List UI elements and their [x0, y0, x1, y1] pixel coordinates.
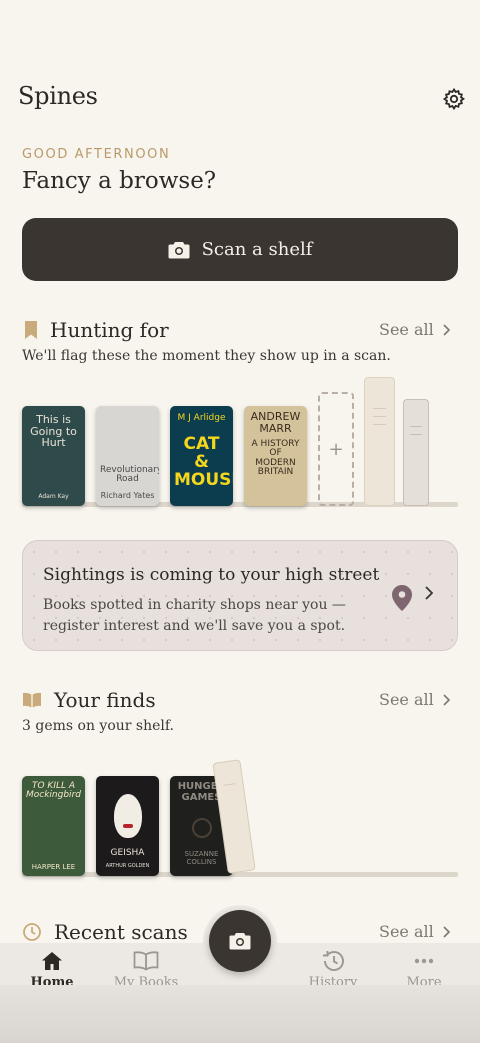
finds-section-title: Your finds [22, 688, 156, 712]
placeholder-spine [403, 399, 429, 506]
book-title: This is Going to Hurt [30, 413, 77, 450]
book-author: M J Arlidge [177, 413, 226, 423]
gear-icon[interactable] [440, 85, 468, 113]
shelf-line [22, 872, 458, 877]
open-book-icon [23, 692, 41, 708]
camera-scan-button[interactable] [209, 910, 271, 972]
book-cover[interactable]: M J Arlidge CAT & MOUSE [170, 406, 233, 506]
sightings-title: Sightings is coming to your high street [43, 565, 380, 585]
history-icon [23, 923, 41, 941]
nav-item-my-books[interactable]: My Books [98, 943, 194, 990]
book-author: Adam Kay [38, 492, 69, 500]
hunting-see-all-link[interactable]: See all [379, 320, 450, 339]
nav-item-history[interactable]: History [285, 943, 381, 990]
hunting-subtitle: We'll flag these the moment they show up… [22, 348, 391, 364]
recent-see-all-label: See all [379, 922, 434, 941]
book-title: Revolutionary Road [100, 465, 159, 485]
book-author: Richard Yates [100, 490, 155, 500]
hunting-see-all-label: See all [379, 320, 434, 339]
home-screen: Spines GOOD AFTERNOON Fancy a browse? Sc… [0, 0, 480, 1043]
book-cover[interactable]: TO KILL A Mockingbird HARPER LEE [22, 776, 85, 876]
finds-title: Your finds [54, 688, 156, 712]
book-title: GEISHA [110, 847, 145, 858]
chevron-right-icon [425, 586, 433, 600]
placeholder-spine [364, 377, 395, 506]
book-cover[interactable]: GEISHA ARTHUR GOLDEN [96, 776, 159, 876]
recent-section-title: Recent scans [22, 920, 188, 944]
chevron-right-icon [443, 693, 450, 706]
hunting-title: Hunting for [50, 318, 169, 342]
finds-see-all-link[interactable]: See all [379, 690, 450, 709]
book-title: CAT & MOUSE [174, 434, 233, 490]
book-cover[interactable]: ANDREW MARR A HISTORY OF MODERN BRITAIN [244, 406, 307, 506]
chevron-right-icon [443, 323, 450, 336]
scan-shelf-button[interactable]: Scan a shelf [22, 218, 458, 281]
add-book-slot[interactable]: + [318, 392, 354, 506]
sightings-card[interactable]: Sightings is coming to your high street … [22, 540, 458, 651]
nav-item-home[interactable]: Home [4, 943, 100, 990]
history-icon [323, 951, 344, 971]
open-book-icon [133, 951, 159, 971]
book-title: A HISTORY OF MODERN BRITAIN [251, 439, 300, 478]
home-indicator-area [0, 985, 480, 1043]
book-title: TO KILL A Mockingbird [26, 781, 81, 801]
home-icon [42, 952, 62, 970]
book-author: ARTHUR GOLDEN [105, 862, 150, 869]
chevron-right-icon [443, 925, 450, 938]
camera-icon [168, 241, 190, 258]
book-author: SUZANNE COLLINS [184, 850, 219, 866]
more-dots-icon [414, 958, 434, 964]
greeting-headline: Fancy a browse? [22, 168, 217, 194]
recent-title: Recent scans [54, 920, 188, 944]
book-author: HARPER LEE [31, 862, 76, 871]
scan-shelf-label: Scan a shelf [201, 239, 313, 260]
bookmark-icon [25, 321, 37, 339]
recent-see-all-link[interactable]: See all [379, 922, 450, 941]
location-pin-icon [392, 585, 412, 611]
book-cover[interactable]: This is Going to Hurt Adam Kay [22, 406, 85, 506]
greeting-eyebrow: GOOD AFTERNOON [22, 147, 171, 162]
app-title: Spines [18, 82, 98, 110]
plus-icon: + [328, 438, 344, 460]
sightings-body: Books spotted in charity shops near you … [43, 597, 346, 634]
book-author: ANDREW MARR [250, 410, 301, 435]
finds-subtitle: 3 gems on your shelf. [22, 718, 175, 734]
book-cover[interactable]: Revolutionary Road Richard Yates [96, 406, 159, 506]
camera-icon [229, 933, 251, 950]
hunting-section-title: Hunting for [24, 318, 169, 342]
finds-see-all-label: See all [379, 690, 434, 709]
nav-item-more[interactable]: More [376, 943, 472, 990]
